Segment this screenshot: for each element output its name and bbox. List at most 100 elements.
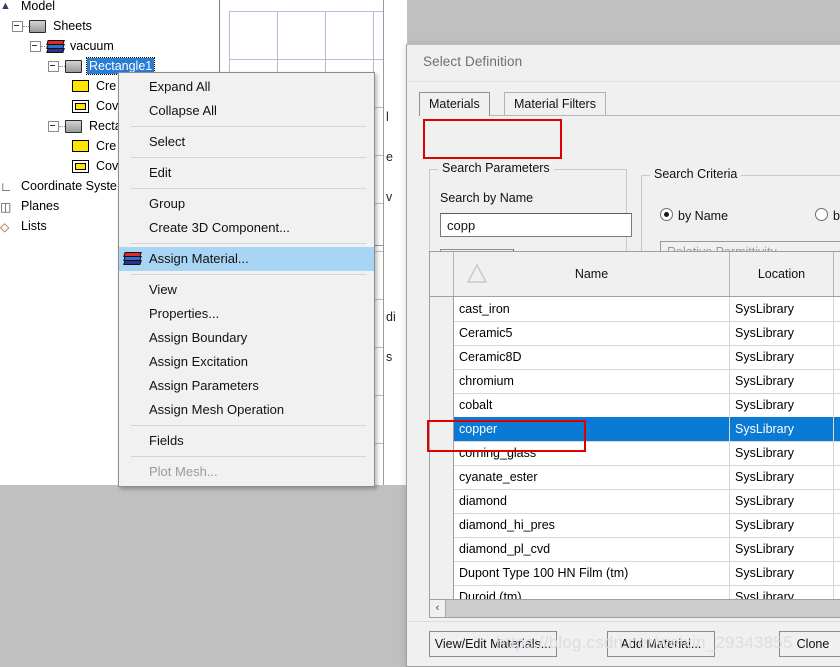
table-row[interactable]: cast_ironSysLibraryMa bbox=[430, 297, 840, 322]
tree-item-cov[interactable]: Cov bbox=[0, 156, 120, 176]
search-criteria-group-title: Search Criteria bbox=[650, 167, 741, 181]
search-input[interactable] bbox=[440, 213, 632, 237]
tab-material-filters[interactable]: Material Filters bbox=[504, 92, 606, 116]
menu-item-assign-parameters[interactable]: Assign Parameters bbox=[119, 374, 374, 398]
table-row[interactable]: diamond_hi_presSysLibraryMa bbox=[430, 513, 840, 538]
menu-item-fields[interactable]: Fields bbox=[119, 429, 374, 453]
table-row[interactable]: Dupont Type 100 HN Film (tm)SysLibraryMa bbox=[430, 561, 840, 586]
table-row[interactable]: cyanate_esterSysLibraryMa bbox=[430, 465, 840, 490]
column-header-check[interactable] bbox=[430, 252, 454, 296]
table-row[interactable]: corning_glassSysLibraryMa bbox=[430, 441, 840, 466]
menu-item-properties[interactable]: Properties... bbox=[119, 302, 374, 326]
menu-item-group[interactable]: Group bbox=[119, 192, 374, 216]
tree-expander-icon[interactable] bbox=[30, 41, 41, 52]
row-select-checkbox[interactable] bbox=[430, 441, 454, 465]
radio-by-property[interactable]: by bbox=[815, 208, 840, 223]
tree-item-sheets[interactable]: Sheets bbox=[0, 16, 94, 36]
cell-location: SysLibrary bbox=[730, 537, 834, 561]
menu-item-select[interactable]: Select bbox=[119, 130, 374, 154]
cell-name: cast_iron bbox=[454, 297, 730, 321]
menu-item-edit[interactable]: Edit bbox=[119, 161, 374, 185]
row-select-checkbox[interactable] bbox=[430, 393, 454, 417]
table-row[interactable]: diamond_pl_cvdSysLibraryMa bbox=[430, 537, 840, 562]
tree-expander-icon[interactable] bbox=[12, 21, 23, 32]
table-row[interactable]: copperSysLibraryMa bbox=[430, 417, 840, 442]
secondary-tree-strip[interactable]: levdis bbox=[383, 0, 407, 485]
column-header-name[interactable]: Name bbox=[454, 252, 730, 296]
cell-name: Ceramic8D bbox=[454, 345, 730, 369]
tree-expander-icon[interactable] bbox=[48, 121, 59, 132]
materials-icon bbox=[47, 40, 63, 53]
cell-location: SysLibrary bbox=[730, 369, 834, 393]
tab-materials[interactable]: Materials bbox=[419, 92, 490, 116]
menu-item-expand-all[interactable]: Expand All bbox=[119, 75, 374, 99]
row-select-checkbox[interactable] bbox=[430, 417, 454, 441]
cell-library: Ma bbox=[834, 417, 840, 441]
table-row[interactable]: diamondSysLibraryMa bbox=[430, 489, 840, 514]
tree-item-label: Cre bbox=[94, 78, 118, 94]
scroll-left-arrow-icon[interactable]: ‹ bbox=[430, 600, 446, 617]
radio-by-name-label: by Name bbox=[678, 209, 728, 223]
menu-item-assign-boundary[interactable]: Assign Boundary bbox=[119, 326, 374, 350]
tree-item-label: Coordinate Syste bbox=[19, 178, 119, 194]
menu-item-assign-mesh-operation[interactable]: Assign Mesh Operation bbox=[119, 398, 374, 422]
column-header-label: Location bbox=[758, 267, 805, 281]
menu-item-view[interactable]: View bbox=[119, 278, 374, 302]
context-menu[interactable]: Expand AllCollapse All Select Edit GroupCre… bbox=[118, 72, 375, 487]
menu-item-create-3d-component[interactable]: Create 3D Component... bbox=[119, 216, 374, 240]
row-select-checkbox[interactable] bbox=[430, 321, 454, 345]
tree-item-coordinate-syste[interactable]: ∟Coordinate Syste bbox=[0, 176, 119, 196]
table-row[interactable]: Ceramic5SysLibraryMa bbox=[430, 321, 840, 346]
tree-item-label: Model bbox=[19, 0, 57, 14]
materials-table-header[interactable]: Name Location Ma bbox=[430, 252, 840, 297]
row-select-checkbox[interactable] bbox=[430, 513, 454, 537]
cell-location: SysLibrary bbox=[730, 345, 834, 369]
tree-item-rectan[interactable]: Rectan bbox=[0, 116, 131, 136]
tree-item-model[interactable]: ▲ Model bbox=[0, 0, 57, 16]
row-select-checkbox[interactable] bbox=[430, 561, 454, 585]
model-icon: ▲ bbox=[0, 0, 14, 13]
row-select-checkbox[interactable] bbox=[430, 345, 454, 369]
radio-by-name[interactable]: by Name bbox=[660, 208, 728, 223]
dialog-tabstrip[interactable]: Materials Material Filters bbox=[419, 92, 840, 116]
scroll-thumb[interactable] bbox=[446, 600, 840, 617]
menu-item-collapse-all[interactable]: Collapse All bbox=[119, 99, 374, 123]
tree-expander-icon[interactable] bbox=[48, 61, 59, 72]
planes-icon: ◫ bbox=[0, 200, 14, 213]
radio-by-name-indicator bbox=[660, 208, 673, 221]
column-header-library[interactable]: Ma bbox=[834, 252, 840, 296]
tree-item-cov[interactable]: Cov bbox=[0, 96, 120, 116]
tree-item-label: Planes bbox=[19, 198, 61, 214]
menu-item-assign-excitation[interactable]: Assign Excitation bbox=[119, 350, 374, 374]
lists-icon: ◇ bbox=[0, 220, 14, 233]
secondary-tree-row: v bbox=[386, 190, 392, 204]
tree-item-label: Cre bbox=[94, 138, 118, 154]
menu-item-assign-material[interactable]: Assign Material... bbox=[119, 247, 374, 271]
menu-separator bbox=[131, 456, 366, 457]
tree-item-cre[interactable]: Cre bbox=[0, 136, 118, 156]
menu-item-label: Assign Excitation bbox=[149, 354, 248, 369]
table-row[interactable]: cobaltSysLibraryMa bbox=[430, 393, 840, 418]
row-select-checkbox[interactable] bbox=[430, 369, 454, 393]
cell-name: diamond_hi_pres bbox=[454, 513, 730, 537]
materials-table[interactable]: NameLocationMa cast_ironSysLibraryMaCera… bbox=[429, 251, 840, 618]
row-select-checkbox[interactable] bbox=[430, 297, 454, 321]
cell-location: SysLibrary bbox=[730, 489, 834, 513]
secondary-tree-row: s bbox=[386, 350, 392, 364]
tree-item-cre[interactable]: Cre bbox=[0, 76, 118, 96]
row-select-checkbox[interactable] bbox=[430, 537, 454, 561]
menu-separator bbox=[131, 243, 366, 244]
row-select-checkbox[interactable] bbox=[430, 465, 454, 489]
tree-item-vacuum[interactable]: vacuum bbox=[0, 36, 116, 56]
column-header-location[interactable]: Location bbox=[730, 252, 834, 296]
tree-item-lists[interactable]: ◇Lists bbox=[0, 216, 49, 236]
tree-item-planes[interactable]: ◫ Planes bbox=[0, 196, 61, 216]
table-row[interactable]: Ceramic8DSysLibraryMa bbox=[430, 345, 840, 370]
select-definition-dialog[interactable]: Select Definition MaterialsMaterial Filt… bbox=[406, 44, 840, 667]
row-select-checkbox[interactable] bbox=[430, 489, 454, 513]
cell-location: SysLibrary bbox=[730, 393, 834, 417]
cell-library: Ma bbox=[834, 345, 840, 369]
table-row[interactable]: chromiumSysLibraryMa bbox=[430, 369, 840, 394]
table-horizontal-scrollbar[interactable]: ‹ bbox=[430, 599, 840, 617]
cell-name: chromium bbox=[454, 369, 730, 393]
